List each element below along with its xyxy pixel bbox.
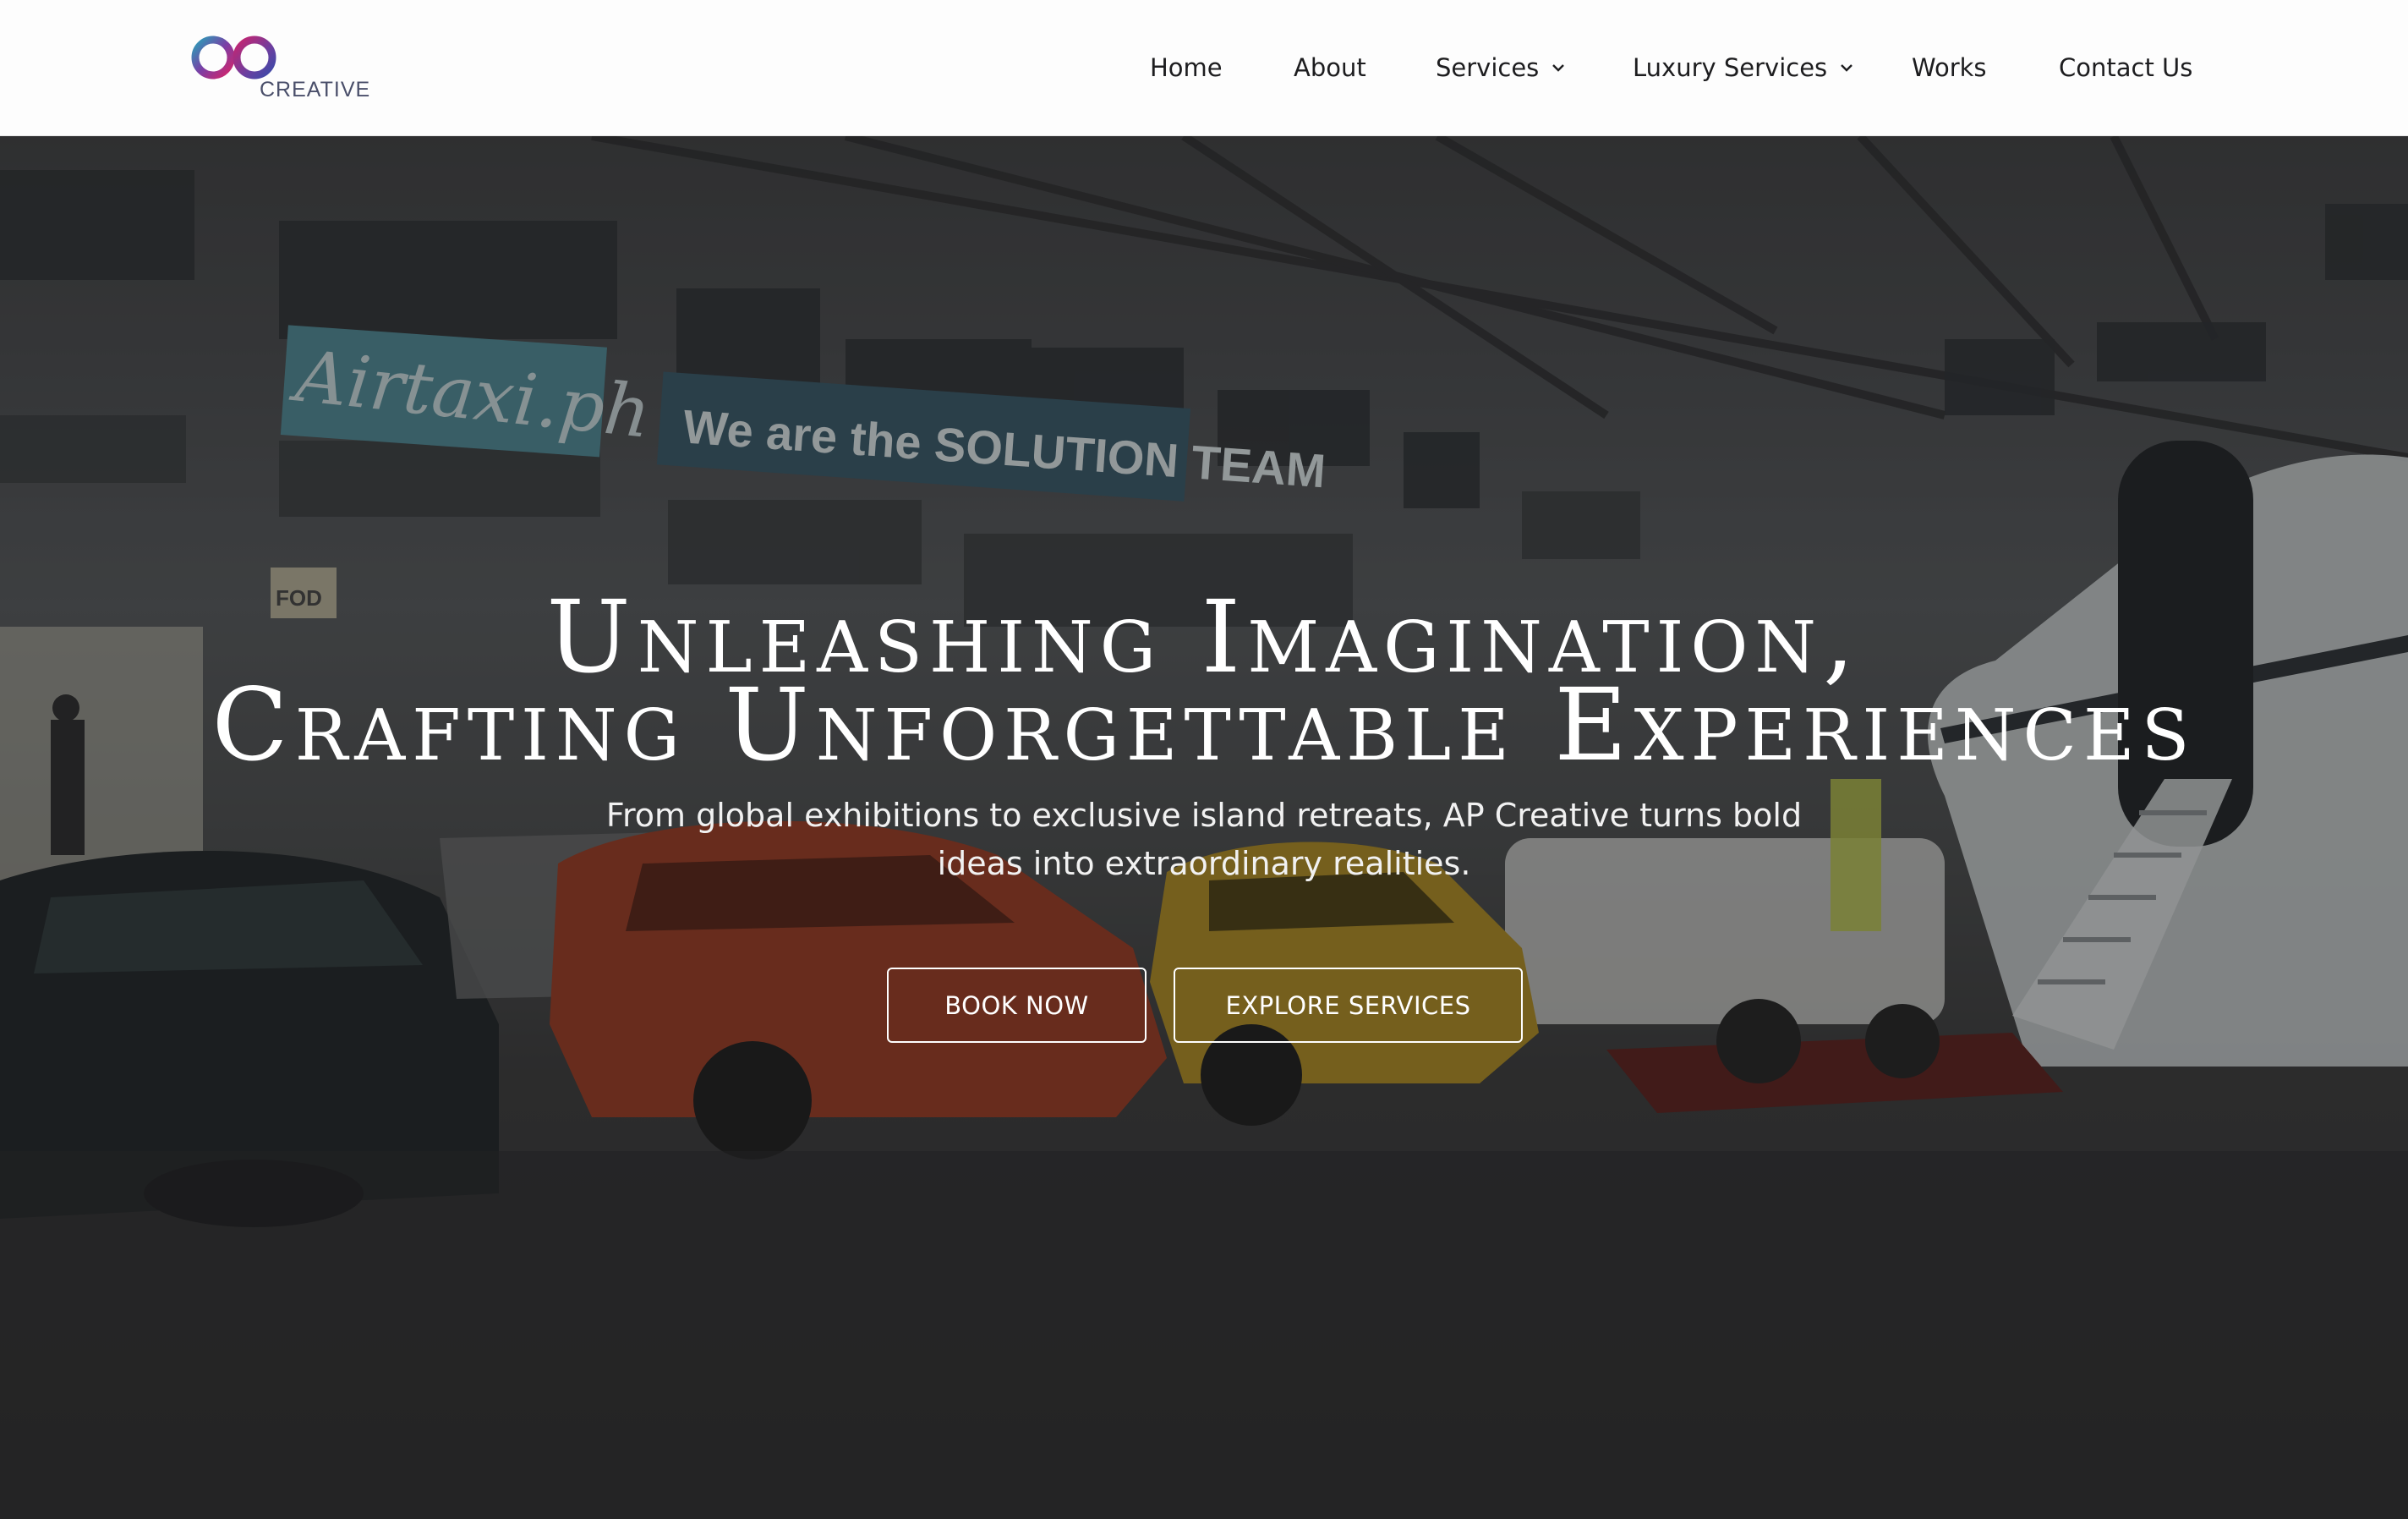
nav-luxury-services[interactable]: Luxury Services — [1633, 49, 1854, 86]
nav-home-label: Home — [1150, 53, 1223, 82]
nav-contact-us[interactable]: Contact Us — [2059, 49, 2192, 86]
nav-luxury-services-label: Luxury Services — [1633, 53, 1828, 82]
nav-about-label: About — [1294, 53, 1366, 82]
hero-title: Unleashing Imagination, Crafting Unforge… — [0, 587, 2408, 783]
site-header: CREATIVE Home About Services Luxury Serv… — [0, 0, 2408, 136]
nav-services-label: Services — [1436, 53, 1540, 82]
chevron-down-icon — [1841, 64, 1853, 72]
nav-about[interactable]: About — [1294, 49, 1366, 86]
explore-services-button[interactable]: EXPLORE SERVICES — [1174, 968, 1523, 1043]
nav-works-label: Works — [1912, 53, 1987, 82]
hero-subtitle: From global exhibitions to exclusive isl… — [605, 797, 1803, 882]
chevron-down-icon — [1552, 64, 1565, 72]
nav-services[interactable]: Services — [1436, 49, 1566, 86]
nav-works[interactable]: Works — [1912, 49, 1987, 86]
hero-section: Airtaxi.ph We are the SOLUTION TEAM FOD — [0, 136, 2408, 1519]
book-now-button[interactable]: BOOK NOW — [887, 968, 1147, 1043]
nav-contact-us-label: Contact Us — [2059, 53, 2193, 82]
main-nav: Home About Services Luxury Services Work… — [0, 0, 2408, 136]
nav-home[interactable]: Home — [1150, 49, 1223, 86]
hero-title-line-2: Crafting Unforgettable Experiences — [211, 666, 2197, 783]
